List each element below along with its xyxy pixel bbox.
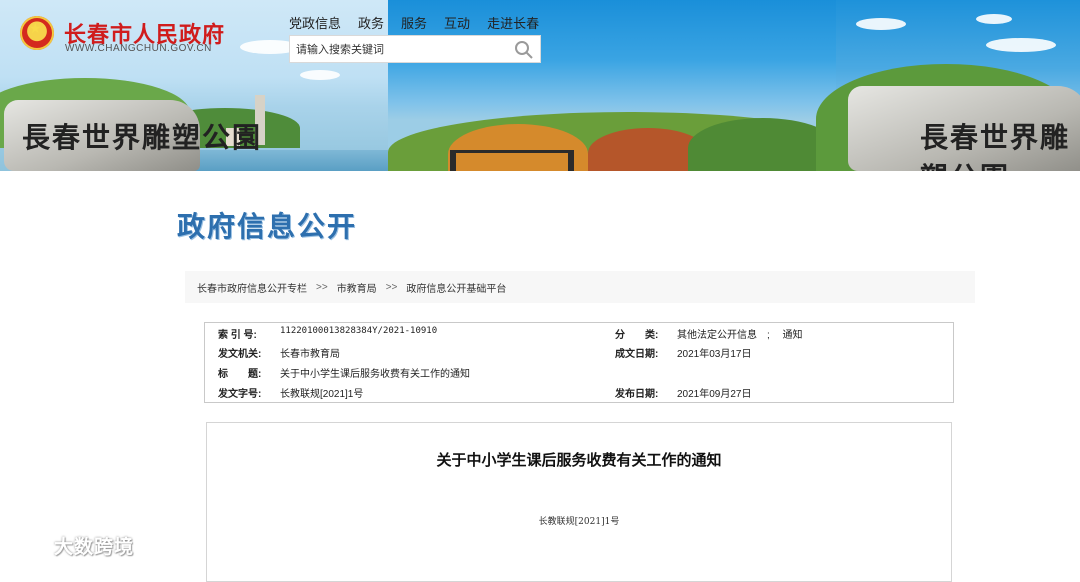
breadcrumb-item-info-column[interactable]: 长春市政府信息公开专栏 (197, 280, 307, 295)
nav-item-government-affairs[interactable]: 政务 (358, 13, 384, 32)
site-url: WWW.CHANGCHUN.GOV.CN (65, 43, 212, 54)
breadcrumb-separator: >> (316, 281, 328, 293)
document-meta-table: 索 引 号: 11220100013828384Y/2021-10910 分 类… (204, 322, 954, 403)
banner-left-inscription: 長春世界雕塑公園 (22, 121, 263, 154)
date-written-label: 成文日期: (615, 349, 659, 360)
publish-date-value: 2021年09月27日 (677, 389, 752, 400)
title-label: 标 题: (218, 369, 262, 380)
category-value: 其他法定公开信息 ; 通知 (677, 330, 803, 341)
doc-number-value: 长教联规[2021]1号 (280, 389, 364, 400)
search-icon[interactable] (514, 40, 534, 60)
issuer-label: 发文机关: (218, 349, 262, 360)
page-title: 政府信息公开 (177, 210, 358, 243)
nav-item-about-changchun[interactable]: 走进长春 (487, 13, 539, 32)
banner-right-image: 長春世界雕塑公園 (816, 0, 1080, 171)
issuer-value: 长春市教育局 (280, 349, 340, 360)
breadcrumb-item-education-bureau[interactable]: 市教育局 (337, 280, 377, 295)
document-number: 长教联规[2021]1号 (538, 517, 620, 527)
document-title: 关于中小学生课后服务收费有关工作的通知 (436, 451, 722, 469)
watermark: 大数跨境 (8, 532, 134, 559)
title-value: 关于中小学生课后服务收费有关工作的通知 (280, 369, 470, 380)
banner-right-inscription: 長春世界雕塑公園 (920, 121, 1071, 171)
nav-item-party-info[interactable]: 党政信息 (289, 13, 341, 32)
index-number-label: 索 引 号: (218, 330, 257, 341)
breadcrumb-separator: >> (385, 281, 398, 293)
publish-date-label: 发布日期: (615, 389, 659, 400)
search-box (289, 35, 541, 63)
main-nav: 党政信息 政务 服务 互动 走进长春 (289, 13, 556, 32)
document-body: 关于中小学生课后服务收费有关工作的通知 长教联规[2021]1号 (206, 422, 952, 582)
national-emblem-icon[interactable]: ★ (20, 16, 54, 50)
nav-item-interaction[interactable]: 互动 (444, 13, 470, 32)
index-number-value: 11220100013828384Y/2021-10910 (280, 326, 438, 336)
search-input[interactable] (296, 36, 506, 62)
brand-logo-icon (9, 533, 48, 555)
nav-item-services[interactable]: 服务 (401, 13, 427, 32)
watermark-text: 大数跨境 (54, 536, 135, 558)
doc-number-label: 发文字号: (218, 389, 262, 400)
date-written-value: 2021年03月17日 (677, 349, 752, 360)
breadcrumb: 长春市政府信息公开专栏 >> 市教育局 >> 政府信息公开基础平台 (185, 271, 975, 303)
header-banner: 長春世界雕塑公園 長春世界雕塑公園 ★ 长春市人民政府 WWW.CHANGCHU… (0, 0, 1080, 171)
category-label: 分 类: (615, 330, 659, 341)
breadcrumb-item-platform[interactable]: 政府信息公开基础平台 (406, 280, 506, 295)
